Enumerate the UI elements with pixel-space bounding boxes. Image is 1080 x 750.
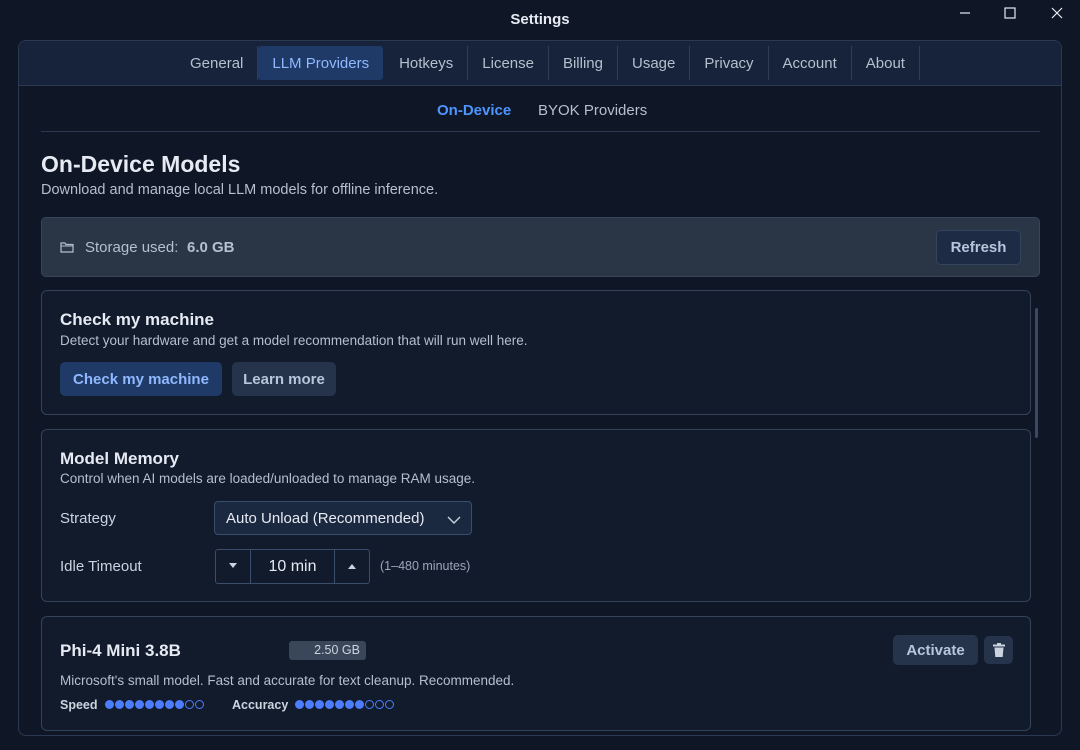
rating-dot-filled (175, 700, 184, 709)
rating-dot-empty (185, 700, 194, 709)
idle-timeout-hint: (1–480 minutes) (380, 559, 471, 573)
rating-dot-filled (155, 700, 164, 709)
maximize-button[interactable] (995, 6, 1025, 28)
model-size-badge: 2.50 GB (289, 641, 366, 660)
delete-button[interactable] (984, 636, 1013, 664)
storage-value: 6.0 GB (187, 239, 235, 256)
activate-button[interactable]: Activate (893, 635, 978, 665)
card-title: Check my machine (60, 310, 215, 329)
card-description: Control when AI models are loaded/unload… (60, 471, 476, 486)
model-description: Microsoft's small model. Fast and accura… (60, 673, 515, 688)
rating-dot-empty (375, 700, 384, 709)
page-description: Download and manage local LLM models for… (41, 182, 439, 198)
idle-timeout-value[interactable]: 10 min (251, 558, 334, 576)
subtab-on-device[interactable]: On-Device (437, 102, 511, 119)
rating-dot-filled (315, 700, 324, 709)
rating-dot-filled (295, 700, 304, 709)
rating-dot-filled (335, 700, 344, 709)
rating-dot-filled (125, 700, 134, 709)
rating-dot-empty (195, 700, 204, 709)
speed-label: Speed (60, 698, 98, 712)
caret-up-icon (348, 564, 356, 569)
trash-icon (992, 643, 1005, 657)
accuracy-rating (295, 697, 394, 709)
strategy-label: Strategy (60, 510, 116, 527)
minimize-icon (960, 12, 970, 14)
close-icon (1051, 7, 1063, 19)
model-name: Phi-4 Mini 3.8B (60, 641, 181, 660)
page-title: On-Device Models (41, 151, 241, 177)
subtab-byok-providers[interactable]: BYOK Providers (538, 102, 647, 119)
minimize-button[interactable] (950, 6, 980, 28)
model-card: Phi-4 Mini 3.8B 2.50 GB Activate Microso… (41, 616, 1031, 731)
folder-icon (60, 240, 74, 258)
tab-bar: General LLM Providers Hotkeys License Bi… (19, 41, 1061, 86)
idle-timeout-stepper: 10 min (215, 549, 370, 584)
accuracy-label: Accuracy (232, 698, 289, 712)
speed-rating (105, 697, 204, 709)
check-machine-card: Check my machine Detect your hardware an… (41, 290, 1031, 415)
refresh-button[interactable]: Refresh (936, 230, 1021, 265)
rating-dot-filled (355, 700, 364, 709)
rating-dot-empty (365, 700, 374, 709)
tab-license[interactable]: License (468, 46, 549, 80)
tab-hotkeys[interactable]: Hotkeys (385, 46, 469, 80)
tab-account[interactable]: Account (769, 46, 852, 80)
card-title: Model Memory (60, 449, 180, 468)
close-button[interactable] (1042, 6, 1072, 28)
decrement-button[interactable] (216, 550, 251, 583)
check-machine-button[interactable]: Check my machine (60, 362, 222, 396)
divider (41, 131, 1040, 132)
rating-dot-filled (135, 700, 144, 709)
window-title: Settings (510, 11, 570, 28)
rating-dot-filled (165, 700, 174, 709)
settings-panel: General LLM Providers Hotkeys License Bi… (18, 40, 1062, 736)
rating-dot-filled (115, 700, 124, 709)
tab-billing[interactable]: Billing (549, 46, 618, 80)
increment-button[interactable] (334, 550, 369, 583)
card-description: Detect your hardware and get a model rec… (60, 333, 528, 348)
title-bar: Settings (0, 0, 1080, 40)
strategy-select[interactable]: Auto Unload (Recommended) (214, 501, 472, 535)
tab-general[interactable]: General (176, 46, 259, 80)
rating-dot-filled (145, 700, 154, 709)
idle-timeout-label: Idle Timeout (60, 558, 142, 575)
chevron-down-icon (447, 512, 461, 530)
tab-llm-providers[interactable]: LLM Providers (258, 46, 384, 80)
storage-bar: Storage used: 6.0 GB Refresh (41, 217, 1040, 277)
rating-dot-filled (345, 700, 354, 709)
model-memory-card: Model Memory Control when AI models are … (41, 429, 1031, 602)
rating-dot-filled (305, 700, 314, 709)
caret-down-icon (229, 563, 237, 568)
rating-dot-filled (105, 700, 114, 709)
strategy-value: Auto Unload (Recommended) (226, 510, 425, 527)
rating-dot-filled (325, 700, 334, 709)
subtab-bar: On-Device BYOK Providers (19, 102, 1061, 124)
rating-dot-empty (385, 700, 394, 709)
storage-label: Storage used: (85, 239, 179, 256)
tab-list: General LLM Providers Hotkeys License Bi… (176, 46, 920, 80)
maximize-icon (1004, 7, 1016, 19)
tab-about[interactable]: About (852, 46, 920, 80)
tab-usage[interactable]: Usage (618, 46, 691, 80)
scrollbar-thumb[interactable] (1035, 308, 1038, 438)
tab-privacy[interactable]: Privacy (690, 46, 769, 80)
learn-more-button[interactable]: Learn more (232, 362, 336, 396)
